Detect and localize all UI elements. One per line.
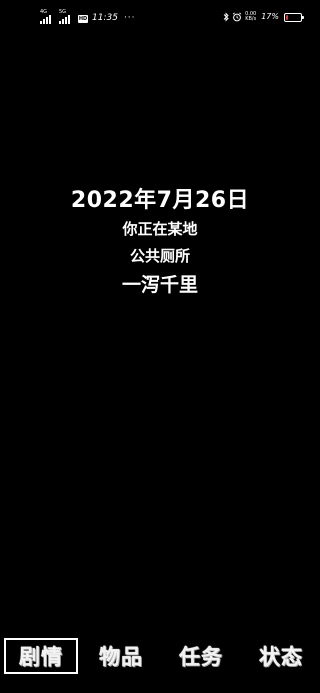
story-date-month-suffix: 月 — [172, 188, 195, 213]
story-date-year: 2022 — [70, 188, 135, 213]
status-bar-left: 4G 5G HD 11:35 ··· — [40, 9, 136, 24]
story-panel: 2022年7月26日 你正在某地 公共厕所 一泻千里 — [0, 186, 320, 298]
network-speed-unit: KB/s — [245, 16, 257, 22]
bottom-menu: 剧情 物品 任务 状态 — [0, 634, 320, 682]
more-notifications-dots: ··· — [123, 13, 136, 23]
story-date-day-suffix: 日 — [226, 188, 250, 213]
story-date: 2022年7月26日 — [0, 186, 320, 216]
battery-level-fill — [286, 14, 288, 20]
bluetooth-icon — [223, 12, 229, 22]
tab-story[interactable]: 剧情 — [4, 638, 78, 674]
hd-icon: HD — [78, 15, 88, 23]
alarm-icon — [232, 12, 242, 22]
clock-time: 11:35 — [92, 13, 118, 23]
battery-percent: 17% — [261, 12, 279, 21]
signal-icon: 4G — [40, 9, 56, 24]
network-speed: 0.00 KB/s — [245, 12, 256, 22]
story-location: 你正在某地 — [122, 220, 198, 238]
status-bar: 4G 5G HD 11:35 ··· 0.00 KB/s 17% — [0, 0, 320, 34]
status-bar-right: 0.00 KB/s 17% — [223, 10, 304, 24]
battery-icon — [284, 12, 304, 22]
tab-status[interactable]: 状态 — [248, 638, 314, 674]
signal-icon: 5G — [59, 9, 75, 24]
story-event: 一泻千里 — [121, 274, 198, 296]
story-date-year-suffix: 年 — [134, 188, 157, 213]
story-date-day: 26 — [194, 188, 227, 213]
story-date-month: 7 — [156, 188, 173, 213]
tab-tasks[interactable]: 任务 — [168, 638, 234, 674]
tab-items[interactable]: 物品 — [86, 638, 156, 674]
story-place: 公共厕所 — [129, 247, 190, 265]
